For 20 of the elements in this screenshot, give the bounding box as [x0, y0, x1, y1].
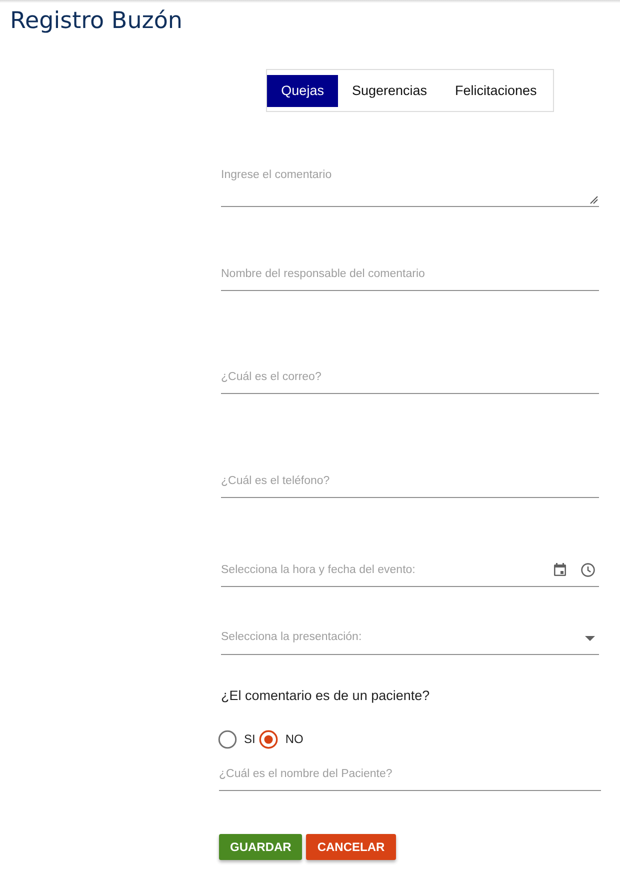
text-field[interactable]: ¿Cuál es el teléfono? [221, 465, 599, 498]
radio-button[interactable] [218, 730, 237, 748]
clock-icon[interactable] [581, 562, 595, 576]
dropdown-caret-icon [585, 636, 595, 640]
calendar-icon[interactable] [554, 563, 566, 576]
question-label: ¿El comentario es de un paciente? [221, 687, 430, 705]
select-field[interactable]: Selecciona la presentación: [221, 622, 599, 655]
text-field[interactable]: Nombre del responsable del comentario [221, 258, 599, 291]
cancel-button[interactable]: CANCELAR [306, 834, 396, 860]
page-title: Registro Buzón [10, 7, 182, 35]
datetime-field[interactable]: Selecciona la hora y fecha del evento: [221, 555, 599, 587]
radio-label: NO [285, 731, 304, 748]
text-field[interactable]: ¿Cuál es el correo? [221, 361, 599, 394]
radio-button[interactable] [259, 730, 278, 748]
resize-handle-icon[interactable] [590, 196, 598, 204]
save-button[interactable]: GUARDAR [219, 834, 302, 860]
radio-label: SI [244, 731, 256, 748]
comment-textarea[interactable]: Ingrese el comentario [221, 164, 599, 207]
patient-name-field[interactable]: ¿Cuál es el nombre del Paciente? [219, 758, 601, 791]
tab[interactable]: Quejas [267, 75, 338, 107]
